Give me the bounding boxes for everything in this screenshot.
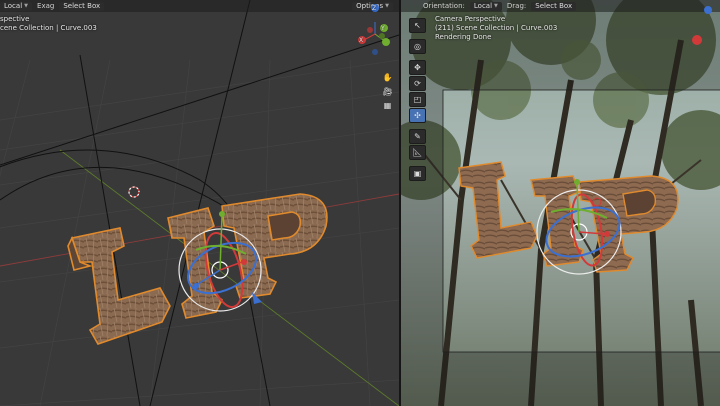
options-label: Options [356,2,384,10]
move-icon[interactable]: ✥ [409,60,426,75]
drag-select-value: Select Box [535,2,573,10]
menu-exag[interactable]: Exag [37,2,54,10]
3d-cursor-icon[interactable] [128,186,140,198]
collection-info: cene Collection | Curve.003 [0,24,97,32]
camera-view-name: Camera Perspective [435,15,506,23]
render-status: Rendering Done [435,33,492,41]
grid-icon[interactable]: ▦ [382,100,393,111]
gizmo-y-label[interactable]: Y [381,24,385,33]
select-mode-value: Select Box [63,2,101,10]
drag-label: Drag: [506,2,527,10]
viewport-info: spective cene Collection | Curve.003 [0,15,97,33]
select-box-dropdown[interactable]: Select Box [59,1,105,11]
annotate-icon[interactable]: ✎ [409,129,426,144]
gizmo-x-label[interactable]: X [359,36,363,45]
orientation-dropdown[interactable]: Local ▼ [469,1,502,11]
viewport-left-header: Local ▼ Exag Select Box Options ▼ [0,0,399,12]
view-name: spective [0,15,30,23]
add-cube-icon[interactable]: ▣ [409,166,426,181]
viewport-right[interactable]: Orientation: Local ▼ Drag: Select Box Ca… [401,0,720,406]
drag-select-dropdown[interactable]: Select Box [531,1,577,11]
select-tool-cursor-icon[interactable]: ↖ [409,18,426,33]
orientation-value-right: Local [473,2,493,10]
transform-orientation-dropdown[interactable]: Local ▼ [0,1,33,11]
orientation-label: Orientation: [423,2,465,10]
rotate-icon[interactable]: ⟳ [409,76,426,91]
tool-shelf: ↖ ◎ ✥ ⟳ ◰ ✣ ✎ 📐︎ ▣ [409,18,426,182]
camera-frustum [0,0,399,406]
3d-cursor-tool-icon[interactable]: ◎ [409,39,426,54]
measure-icon[interactable]: 📐︎ [409,145,426,160]
hand-icon[interactable]: ✋ [382,72,393,83]
chevron-down-icon: ▼ [24,3,29,9]
transform-icon[interactable]: ✣ [409,108,426,123]
viewport-nav-tools: ✋ 🎥︎ ▦ [382,72,394,114]
blender-window: Local ▼ Exag Select Box Options ▼ specti… [0,0,720,406]
camera-icon[interactable]: 🎥︎ [382,86,393,97]
lip-curve-object[interactable] [67,193,328,345]
gizmo-z-label[interactable]: Z [372,4,376,13]
forest-background [401,0,720,406]
viewport-left-scene [0,0,399,406]
camera-view-info: Camera Perspective (211) Scene Collectio… [435,15,557,42]
scale-icon[interactable]: ◰ [409,92,426,107]
orientation-value: Local [4,2,23,10]
viewport-left[interactable]: Local ▼ Exag Select Box Options ▼ specti… [0,0,399,406]
viewport-right-header: Orientation: Local ▼ Drag: Select Box [401,0,720,12]
camera-collection-info: (211) Scene Collection | Curve.003 [435,24,558,32]
chevron-down-icon: ▼ [385,3,389,9]
chevron-down-icon: ▼ [494,3,498,9]
